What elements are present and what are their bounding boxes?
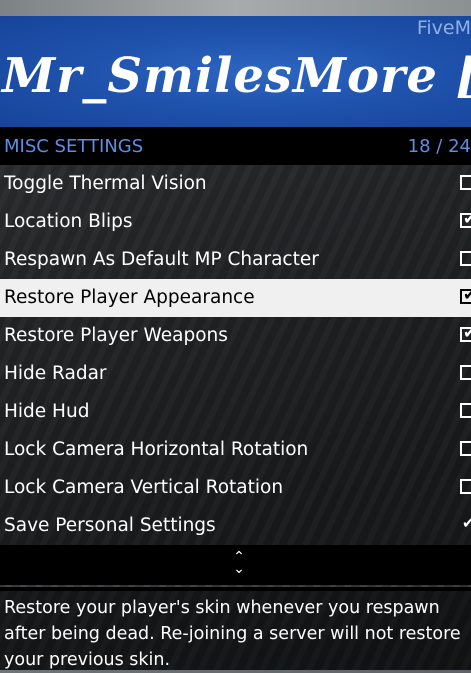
checkbox-unchecked-icon[interactable] (460, 479, 471, 494)
background-top-strip (0, 0, 471, 16)
menu-item-lock-camera-horizontal[interactable]: Lock Camera Horizontal Rotation (0, 431, 471, 469)
menu-item-label: Hide Hud (4, 401, 90, 422)
menu-item-respawn-default-character[interactable]: Respawn As Default MP Character (0, 241, 471, 279)
description-panel: Restore your player's skin whenever you … (0, 591, 471, 670)
checkbox-unchecked-icon[interactable] (460, 403, 471, 418)
menu-list: Toggle Thermal Vision Location Blips Res… (0, 165, 471, 545)
checkbox-unchecked-icon[interactable] (460, 365, 471, 380)
menu-item-toggle-thermal-vision[interactable]: Toggle Thermal Vision (0, 165, 471, 203)
menu-item-label: Lock Camera Horizontal Rotation (4, 439, 309, 460)
up-down-arrows-icon: ⌃ ⌄ (233, 549, 245, 577)
checkbox-checked-icon[interactable] (460, 323, 471, 342)
checkbox-unchecked-icon[interactable] (460, 175, 471, 190)
banner-title: Mr_SmilesMore [B-01] (2, 48, 471, 104)
menu-item-label: Save Personal Settings (4, 515, 216, 536)
menu-item-label: Respawn As Default MP Character (4, 249, 319, 270)
tick-icon (460, 514, 471, 532)
menu-item-label: Lock Camera Vertical Rotation (4, 477, 284, 498)
menu-item-label: Toggle Thermal Vision (4, 173, 207, 194)
menu-item-label: Restore Player Appearance (4, 287, 255, 308)
item-counter: 18 / 24 (407, 136, 471, 157)
menu-item-restore-player-appearance[interactable]: Restore Player Appearance (0, 279, 471, 317)
menu-item-lock-camera-vertical[interactable]: Lock Camera Vertical Rotation (0, 469, 471, 507)
banner-subtitle: FiveM (416, 17, 471, 39)
menu-name: MISC SETTINGS (4, 136, 144, 157)
menu-item-hide-radar[interactable]: Hide Radar (0, 355, 471, 393)
menu-subheader: MISC SETTINGS 18 / 24 (0, 127, 471, 165)
checkbox-checked-icon[interactable] (460, 209, 471, 228)
menu-item-label: Location Blips (4, 211, 133, 232)
checkbox-unchecked-icon[interactable] (460, 441, 471, 456)
menu-item-hide-hud[interactable]: Hide Hud (0, 393, 471, 431)
menu-item-restore-player-weapons[interactable]: Restore Player Weapons (0, 317, 471, 355)
menu-item-location-blips[interactable]: Location Blips (0, 203, 471, 241)
menu-item-label: Hide Radar (4, 363, 107, 384)
checkbox-checked-icon[interactable] (460, 285, 471, 304)
menu-item-label: Restore Player Weapons (4, 325, 228, 346)
menu-banner: FiveM Mr_SmilesMore [B-01] (0, 16, 471, 127)
scroll-indicator[interactable]: ⌃ ⌄ (0, 545, 471, 585)
checkbox-unchecked-icon[interactable] (460, 251, 471, 266)
menu-item-save-personal-settings[interactable]: Save Personal Settings (0, 507, 471, 545)
description-text: Restore your player's skin whenever you … (4, 598, 461, 670)
